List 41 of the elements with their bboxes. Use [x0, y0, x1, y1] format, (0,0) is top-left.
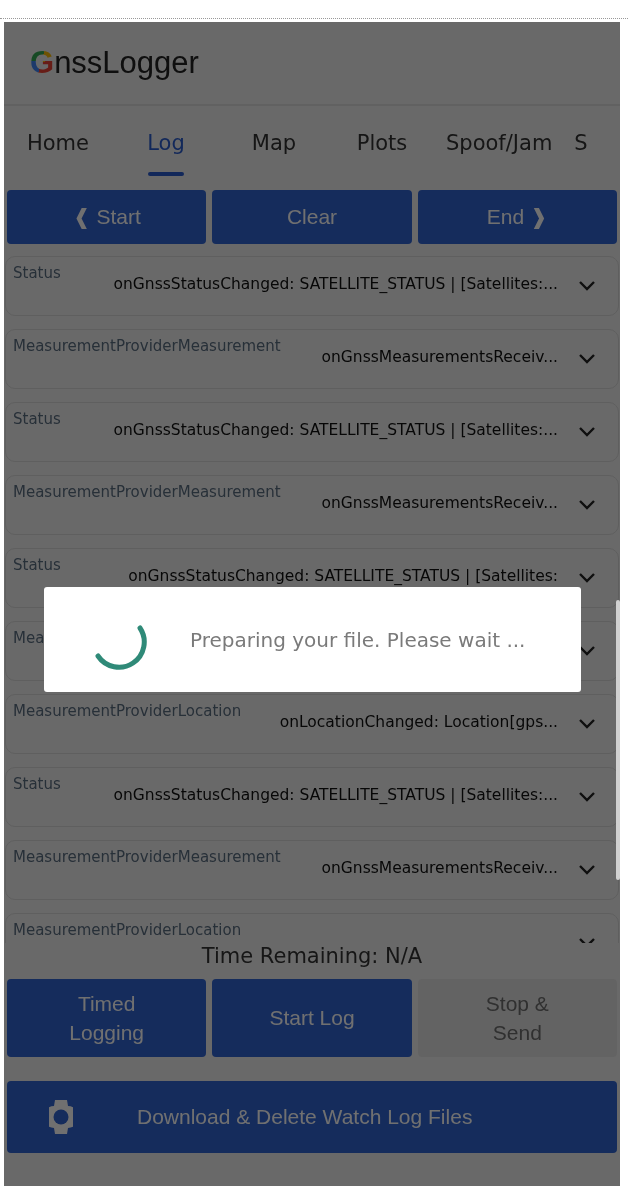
log-entry[interactable]: MeasurementProviderMeasurement onGnssMeasurementsReceiv...	[5, 840, 619, 900]
chevron-down-icon[interactable]	[578, 645, 596, 657]
log-entry[interactable]: Status onGnssStatusChanged: SATELLITE_STATUS | [Satellites:...	[5, 256, 619, 316]
tab[interactable]: Log	[112, 106, 220, 180]
tab[interactable]: Map	[220, 106, 328, 180]
log-message: onGnssStatusChanged: SATELLITE_STATUS | [Satellites:...	[113, 421, 558, 439]
log-tag: MeasurementProviderLocation	[13, 919, 242, 939]
action-button[interactable]: Timed Logging	[7, 979, 207, 1057]
log-entry[interactable]: MeasurementProviderLocation	[5, 913, 619, 943]
log-message: onGnssMeasurementsReceiv...	[321, 494, 558, 512]
log-entry[interactable]: MeasurementProviderMeasurement onGnssMeasurementsReceiv...	[5, 475, 619, 535]
log-message: onGnssStatusChanged: SATELLITE_STATUS | [Satellites:...	[113, 786, 558, 804]
log-tag: MeasurementProviderLocation	[13, 700, 242, 720]
log-tag: Status	[13, 408, 61, 428]
log-message: onGnssStatusChanged: SATELLITE_STATUS | [Satellites:	[128, 567, 558, 585]
tab[interactable]: S	[562, 106, 588, 180]
log-tag: Mea	[13, 627, 45, 647]
tab[interactable]: Plots	[328, 106, 436, 180]
log-control-button[interactable]: ❰ Start	[7, 190, 207, 244]
tab[interactable]: Home	[4, 106, 112, 180]
log-message: onLocationChanged: Location[gps...	[279, 713, 558, 731]
log-control-button[interactable]: Clear	[212, 190, 412, 244]
watch-icon	[49, 1099, 73, 1135]
dialog-message: Preparing your file. Please wait ...	[190, 627, 526, 652]
app-title: GnssLogger	[30, 45, 199, 81]
watch-download-button[interactable]: Download & Delete Watch Log Files	[7, 1081, 617, 1153]
action-button[interactable]: Start Log	[212, 979, 412, 1057]
log-tag: MeasurementProviderMeasurement	[13, 335, 281, 355]
log-tag: Status	[13, 554, 61, 574]
log-control-button[interactable]: End ❱	[417, 190, 617, 244]
log-entry[interactable]: Status onGnssStatusChanged: SATELLITE_STATUS | [Satellites:...	[5, 402, 619, 462]
time-remaining: Time Remaining: N/A	[200, 943, 424, 970]
log-tag: Status	[13, 262, 61, 282]
log-message: onGnssMeasurementsReceiv...	[321, 859, 558, 877]
log-tag: MeasurementProviderMeasurement	[13, 846, 281, 866]
log-message: onGnssMeasurementsReceiv...	[321, 348, 558, 366]
log-tag: Status	[13, 773, 61, 793]
log-message: onGnssStatusChanged: SATELLITE_STATUS | [Satellites:...	[113, 275, 558, 293]
tab[interactable]: Spoof/Jam	[436, 106, 563, 180]
log-entry[interactable]: MeasurementProviderMeasurement onGnssMeasurementsReceiv...	[5, 329, 619, 389]
log-tag: MeasurementProviderMeasurement	[13, 481, 281, 501]
